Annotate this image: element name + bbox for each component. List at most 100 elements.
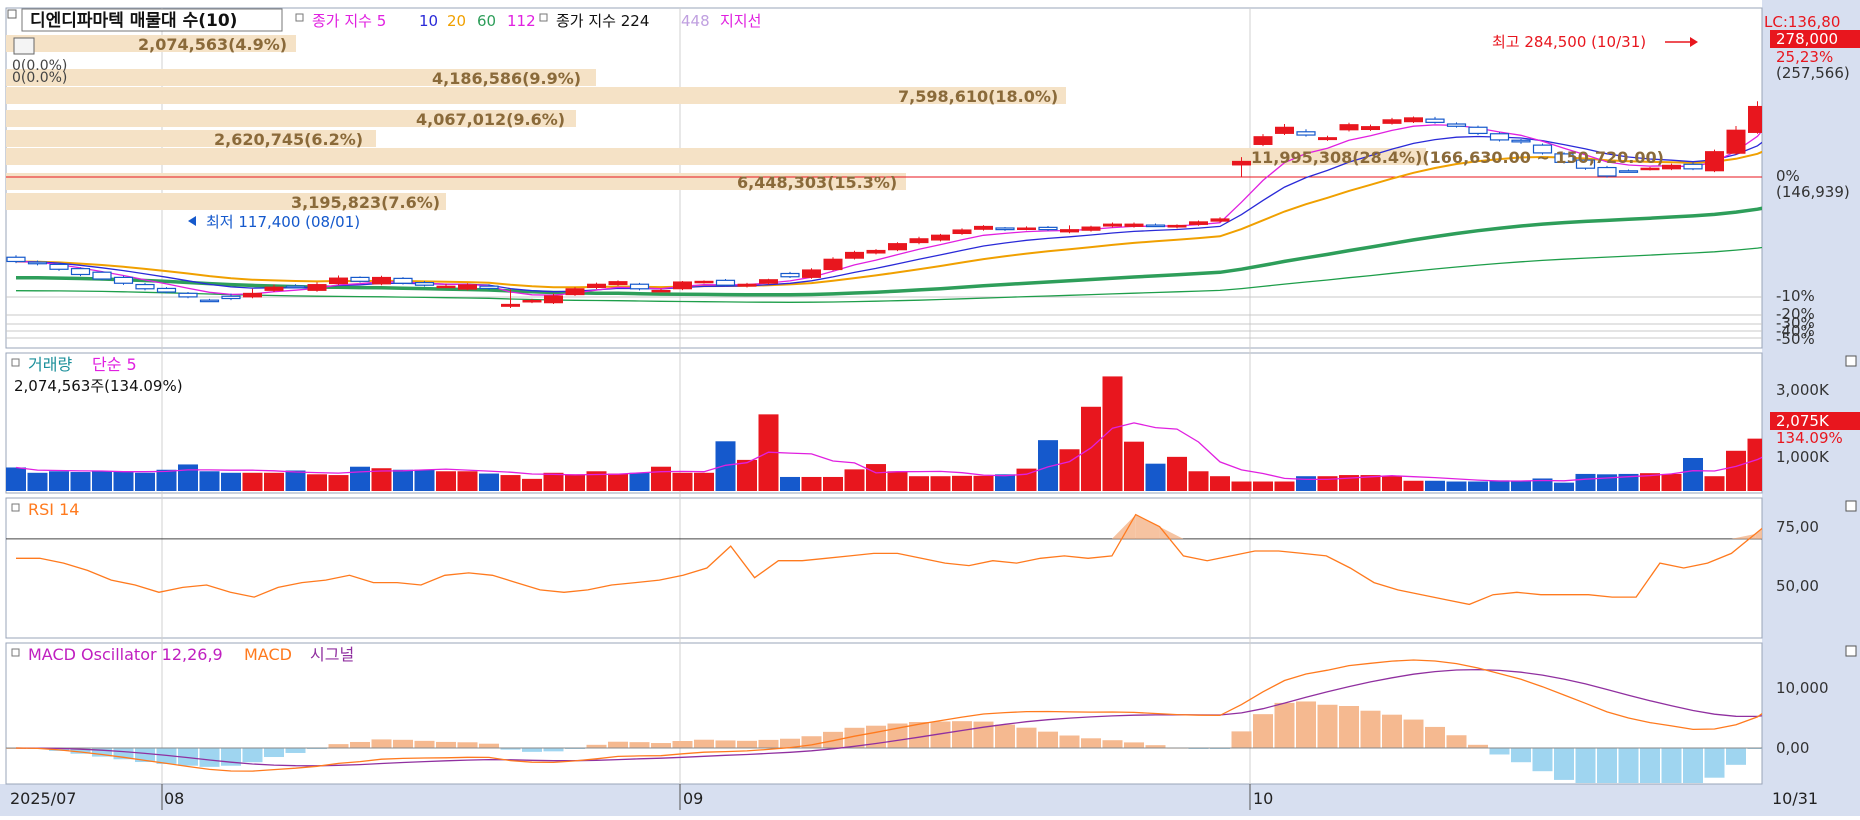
- calculator-icon[interactable]: [13, 37, 35, 55]
- candle-body-up: [1124, 223, 1144, 227]
- volume-bar: [930, 476, 951, 491]
- macd-oscillator-bar: [242, 748, 263, 763]
- candle-body-down: [221, 295, 241, 300]
- volume-bar: [457, 471, 478, 491]
- zero-pct-value: (146,939): [1776, 183, 1850, 201]
- volume-bar: [1274, 481, 1295, 491]
- macd-oscillator-bar: [758, 739, 779, 748]
- rsi-close-icon[interactable]: [1845, 500, 1857, 512]
- candle-body-up: [243, 292, 262, 298]
- low-annotation: 최저 117,400 (08/01): [188, 213, 360, 231]
- candle-body-up: [1232, 160, 1251, 166]
- volume-profile-label: 7,598,610(18.0%): [898, 87, 1058, 106]
- long-ma-toggle-icon[interactable]: [539, 13, 548, 22]
- candle-body-down: [780, 272, 800, 278]
- ma-legend-label[interactable]: 종가 지수 5: [312, 12, 386, 30]
- volume-bar: [49, 471, 69, 491]
- rsi-axis-50: 50,00: [1776, 577, 1819, 595]
- macd-oscillator-bar: [1554, 748, 1574, 780]
- candle-body-up: [673, 281, 692, 290]
- high-annotation-text: 최고 284,500 (10/31): [1492, 33, 1646, 51]
- macd-oscillator-bar: [1704, 748, 1725, 778]
- macd-oscillator-bar: [1403, 719, 1424, 748]
- macd-toggle-icon[interactable]: [11, 648, 20, 657]
- volume-bar: [264, 472, 284, 491]
- candle-body-down: [156, 287, 177, 293]
- prev-value: (257,566): [1776, 64, 1850, 82]
- rsi-title[interactable]: RSI 14: [28, 500, 79, 519]
- ma60-legend[interactable]: 60: [477, 12, 496, 30]
- volume-bar: [199, 471, 220, 491]
- macd-oscillator-bar: [823, 731, 843, 748]
- ma10-legend[interactable]: 10: [419, 12, 438, 30]
- volume-ma-label[interactable]: 단순 5: [92, 355, 137, 374]
- volume-bar: [92, 471, 112, 491]
- macd-oscillator-bar: [479, 743, 499, 748]
- macd-oscillator-bar: [1038, 731, 1058, 748]
- volume-bar: [393, 469, 413, 491]
- macd-close-icon[interactable]: [1845, 645, 1857, 657]
- macd-oscillator-bar: [1102, 740, 1123, 748]
- long-ma-legend[interactable]: 종가 지수 224: [556, 12, 649, 30]
- volume-close-icon[interactable]: [1845, 355, 1857, 367]
- ma20-legend[interactable]: 20: [447, 12, 466, 30]
- volume-bar: [1210, 476, 1230, 491]
- volume-bar: [285, 470, 306, 491]
- macd-oscillator-bar: [1016, 727, 1037, 748]
- volume-bar: [801, 476, 822, 491]
- ma112-legend[interactable]: 112: [507, 12, 536, 30]
- macd-oscillator-bar: [1231, 731, 1252, 748]
- volume-toggle-icon[interactable]: [11, 358, 20, 367]
- pct-label-minus-50: -50%: [1776, 330, 1815, 348]
- macd-axis-10000: 10,000: [1776, 679, 1829, 697]
- volume-title[interactable]: 거래량: [28, 355, 72, 374]
- macd-oscillator-bar: [995, 724, 1015, 748]
- candle-body-up: [1167, 224, 1187, 228]
- candle-body-up: [866, 249, 886, 254]
- candle-body-up: [952, 229, 972, 235]
- macd-oscillator-bar: [328, 744, 349, 748]
- macd-oscillator-bar: [1425, 726, 1445, 748]
- macd-oscillator-bar: [952, 721, 972, 748]
- candle-body-down: [414, 282, 435, 286]
- volume-bar: [995, 474, 1015, 491]
- chart-window: 2,074,563(4.9%) 4,186,586(9.9%) 7,598,610(…: [0, 0, 1860, 816]
- panel-toggle-icon[interactable]: [7, 9, 17, 19]
- candle-body-up: [802, 269, 821, 278]
- candle-body-down: [1296, 131, 1316, 136]
- candle-body-up: [845, 251, 864, 259]
- volume-bar: [221, 472, 241, 491]
- macd-oscillator-bar: [285, 748, 306, 753]
- candle-body-up: [737, 283, 757, 287]
- long-ma-extra-legend[interactable]: 448: [681, 12, 710, 30]
- volume-bar: [651, 466, 671, 491]
- volume-bar: [543, 472, 564, 491]
- macd-osc-label[interactable]: MACD Oscillator 12,26,9: [28, 645, 223, 664]
- macd-oscillator-bar: [1339, 706, 1359, 748]
- volume-bar: [135, 472, 155, 491]
- candle-body-up: [888, 243, 907, 251]
- candle-body-down: [70, 268, 91, 276]
- candle-body-down: [1489, 133, 1510, 141]
- candle-body-up: [1726, 129, 1746, 154]
- volume-bar: [1188, 471, 1209, 491]
- rsi-toggle-icon[interactable]: [11, 503, 20, 512]
- signal-label[interactable]: 시그널: [310, 645, 354, 664]
- ma-toggle-icon[interactable]: [295, 13, 304, 22]
- candle-body-up: [1253, 136, 1273, 145]
- volume-bar: [522, 478, 542, 491]
- candle-body-up: [608, 281, 628, 286]
- volume-bar: [1382, 476, 1402, 491]
- candle-body-up: [1060, 229, 1079, 233]
- volume-bar: [1059, 449, 1080, 491]
- candle-body-up: [1404, 117, 1423, 123]
- volume-bar: [350, 466, 370, 491]
- candle-body-up: [1210, 218, 1230, 222]
- volume-bar: [242, 472, 263, 491]
- macd-oscillator-bar: [694, 739, 714, 748]
- macd-label[interactable]: MACD: [244, 645, 292, 664]
- lc-label: LC:136,80: [1764, 13, 1840, 31]
- support-legend[interactable]: 지지선: [720, 12, 761, 30]
- candle-body-down: [1683, 163, 1703, 170]
- candle-body-up: [823, 258, 843, 271]
